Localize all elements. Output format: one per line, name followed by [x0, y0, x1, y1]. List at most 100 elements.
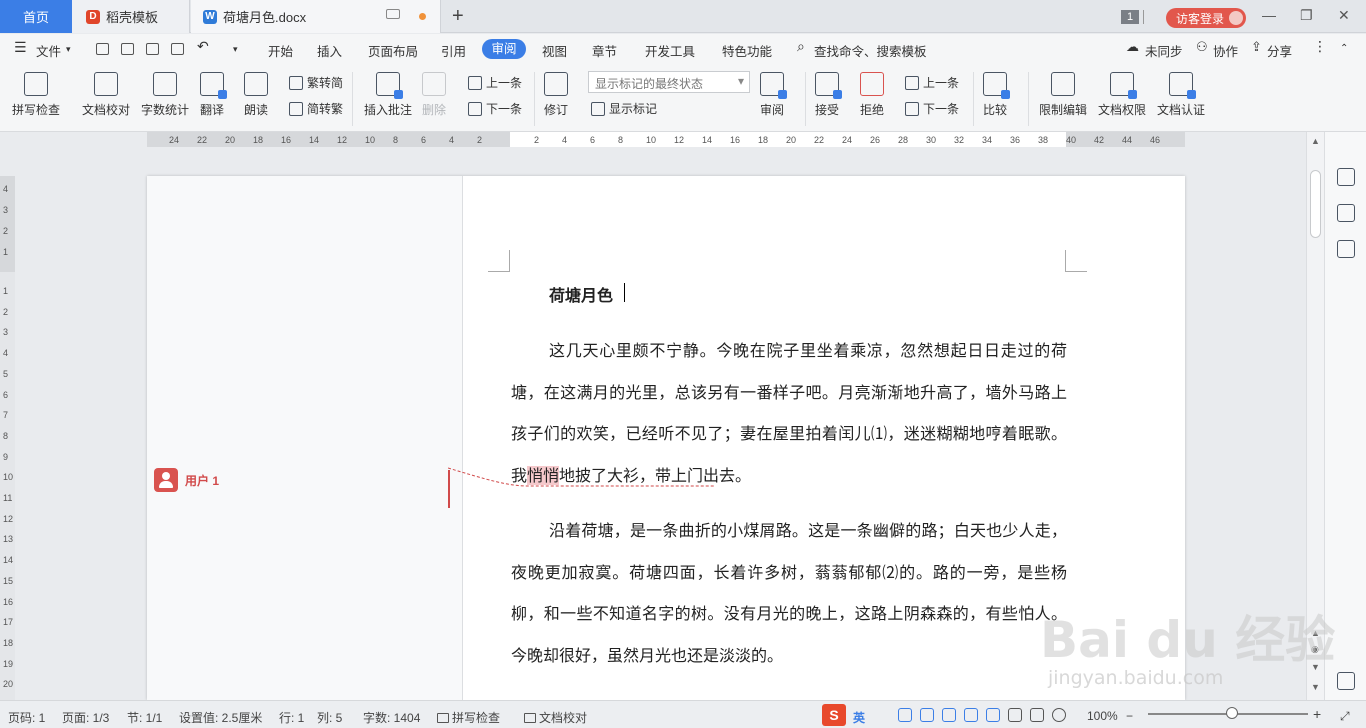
grid-icon[interactable] [1337, 672, 1355, 690]
more-icon[interactable]: ▾ [233, 44, 238, 55]
scroll-down-icon[interactable]: ▼ [1311, 682, 1320, 692]
sogou-ime-icon[interactable]: S [822, 704, 846, 726]
simp-to-trad-button[interactable]: 简转繁 [289, 100, 343, 117]
menu-references[interactable]: 引用 [441, 41, 466, 60]
prev-change-button[interactable]: 上一条 [905, 74, 959, 91]
spell-check-label: 拼写检查 [12, 103, 61, 117]
prev-comment-button[interactable]: 上一条 [468, 74, 522, 91]
read-aloud-button[interactable]: 朗读 [244, 72, 268, 118]
status-page[interactable]: 页面: 1/3 [62, 709, 109, 726]
format-painter-icon[interactable] [146, 43, 159, 55]
menu-developer[interactable]: 开发工具 [645, 41, 695, 60]
doc-permission-button[interactable]: 文档权限 [1098, 72, 1146, 118]
review-pane-button[interactable]: 审阅 [760, 72, 787, 118]
share-button[interactable]: 分享 [1267, 41, 1292, 60]
trad-to-simp-button[interactable]: 繁转简 [289, 74, 343, 91]
ruler-tick-label: 10 [646, 135, 657, 145]
collab-button[interactable]: 协作 [1213, 41, 1238, 60]
menu-insert[interactable]: 插入 [317, 41, 342, 60]
status-setting[interactable]: 设置值: 2.5厘米 [179, 709, 262, 726]
pen-icon[interactable] [1337, 168, 1355, 186]
ruler-tick-label: 30 [926, 135, 937, 145]
monitor-icon[interactable] [386, 9, 400, 19]
ime-language[interactable]: 英 [853, 709, 865, 726]
menu-special[interactable]: 特色功能 [722, 41, 772, 60]
view-mode-icon[interactable] [1008, 708, 1022, 722]
fullscreen-icon[interactable]: ⤢ [1340, 709, 1350, 724]
translate-button[interactable]: 翻译 [200, 72, 227, 118]
sync-status[interactable]: 未同步 [1145, 41, 1183, 60]
status-page-code[interactable]: 页码: 1 [8, 709, 45, 726]
menu-review[interactable]: 审阅 [482, 39, 526, 59]
document-title[interactable]: 荷塘月色 [549, 282, 613, 306]
window-count-badge[interactable]: 1 [1121, 10, 1139, 24]
doc-auth-button[interactable]: 文档认证 [1157, 72, 1205, 118]
status-word-count[interactable]: 字数: 1404 [363, 709, 420, 726]
tab-home[interactable]: 首页 [0, 0, 72, 33]
ime-voice-icon[interactable] [920, 708, 934, 722]
word-count-button[interactable]: 字数统计 [141, 72, 189, 118]
next-change-button[interactable]: 下一条 [905, 100, 959, 117]
collapse-ribbon-icon[interactable]: ⌃ [1340, 43, 1348, 54]
hamburger-icon[interactable]: ☰ [14, 39, 27, 56]
cursor-icon[interactable] [1337, 204, 1355, 222]
ruler-tick-label: 24 [169, 135, 180, 145]
open-icon[interactable] [96, 43, 109, 55]
settings-sliders-icon[interactable] [1337, 240, 1355, 258]
comment-card[interactable]: 用户 1 [154, 468, 219, 492]
zoom-slider-knob[interactable] [1226, 707, 1238, 719]
show-markup-button[interactable]: 显示标记 [591, 100, 657, 117]
spell-check-button[interactable]: 拼写检查 [12, 72, 60, 118]
zoom-out-button[interactable]: − [1126, 709, 1133, 723]
zoom-level[interactable]: 100% [1087, 709, 1118, 723]
markup-state-select[interactable]: 显示标记的最终状态 [588, 71, 750, 93]
close-button[interactable]: ✕ [1338, 7, 1350, 24]
menu-file[interactable]: 文件 [36, 41, 61, 60]
visitor-login-button[interactable]: 访客登录 [1166, 8, 1246, 28]
search-commands[interactable]: 查找命令、搜索模板 [814, 41, 927, 60]
tab-template[interactable]: D 稻壳模板 [72, 0, 190, 33]
ime-emoji-icon[interactable] [898, 708, 912, 722]
ime-shirt-icon[interactable] [986, 708, 1000, 722]
text-cursor [624, 283, 625, 302]
ruler-tick-label: 42 [1094, 135, 1105, 145]
new-tab-button[interactable]: + [452, 5, 464, 28]
scroll-thumb[interactable] [1310, 170, 1321, 238]
menu-view[interactable]: 视图 [542, 41, 567, 60]
restrict-edit-button[interactable]: 限制编辑 [1039, 72, 1087, 118]
search-icon[interactable]: ⌕ [797, 38, 805, 55]
cloud-icon: ☁ [1126, 39, 1139, 54]
save-icon[interactable] [121, 43, 134, 55]
print-preview-icon[interactable] [171, 43, 184, 55]
tab-document[interactable]: W 荷塘月色.docx [191, 0, 441, 33]
ribbon-review: 拼写检查 文档校对 字数统计 翻译 朗读 繁转简 简转繁 插入批注 删除 上一条… [0, 64, 1366, 132]
status-spell-check[interactable]: 拼写检查 [437, 709, 500, 726]
restore-button[interactable]: ❐ [1300, 7, 1313, 24]
status-doc-proof[interactable]: 文档校对 [524, 709, 587, 726]
ruler-tick-label: 46 [1150, 135, 1161, 145]
ime-skin-icon[interactable] [964, 708, 978, 722]
insert-comment-button[interactable]: 插入批注 [364, 72, 412, 118]
web-layout-icon[interactable] [1030, 708, 1044, 722]
accept-button[interactable]: 接受 [815, 72, 842, 118]
ime-keyboard-icon[interactable] [942, 708, 956, 722]
minimize-button[interactable]: — [1262, 7, 1276, 23]
more-menu-icon[interactable]: ⋮ [1313, 38, 1327, 55]
menu-page-layout[interactable]: 页面布局 [368, 41, 418, 60]
doc-proof-button[interactable]: 文档校对 [82, 72, 130, 118]
delete-comment-button[interactable]: 删除 [422, 72, 446, 118]
track-changes-button[interactable]: 修订 [544, 72, 568, 118]
reject-button[interactable]: 拒绝 [860, 72, 884, 118]
undo-icon[interactable]: ↶ [197, 38, 209, 55]
eye-protect-icon[interactable] [1052, 708, 1066, 722]
chevron-down-icon[interactable]: ▾ [66, 44, 71, 55]
next-comment-button[interactable]: 下一条 [468, 100, 522, 117]
status-section[interactable]: 节: 1/1 [127, 709, 162, 726]
menu-start[interactable]: 开始 [268, 41, 293, 60]
paragraph-2[interactable]: 沿着荷塘，是一条曲折的小煤屑路。这是一条幽僻的路；白天也少人走，夜晚更加寂寞。荷… [511, 510, 1067, 676]
zoom-in-button[interactable]: + [1313, 706, 1321, 722]
scroll-up-icon[interactable]: ▲ [1311, 136, 1320, 146]
vertical-ruler-tick-label: 6 [3, 389, 9, 400]
compare-button[interactable]: 比较 [983, 72, 1010, 118]
menu-chapter[interactable]: 章节 [592, 41, 617, 60]
